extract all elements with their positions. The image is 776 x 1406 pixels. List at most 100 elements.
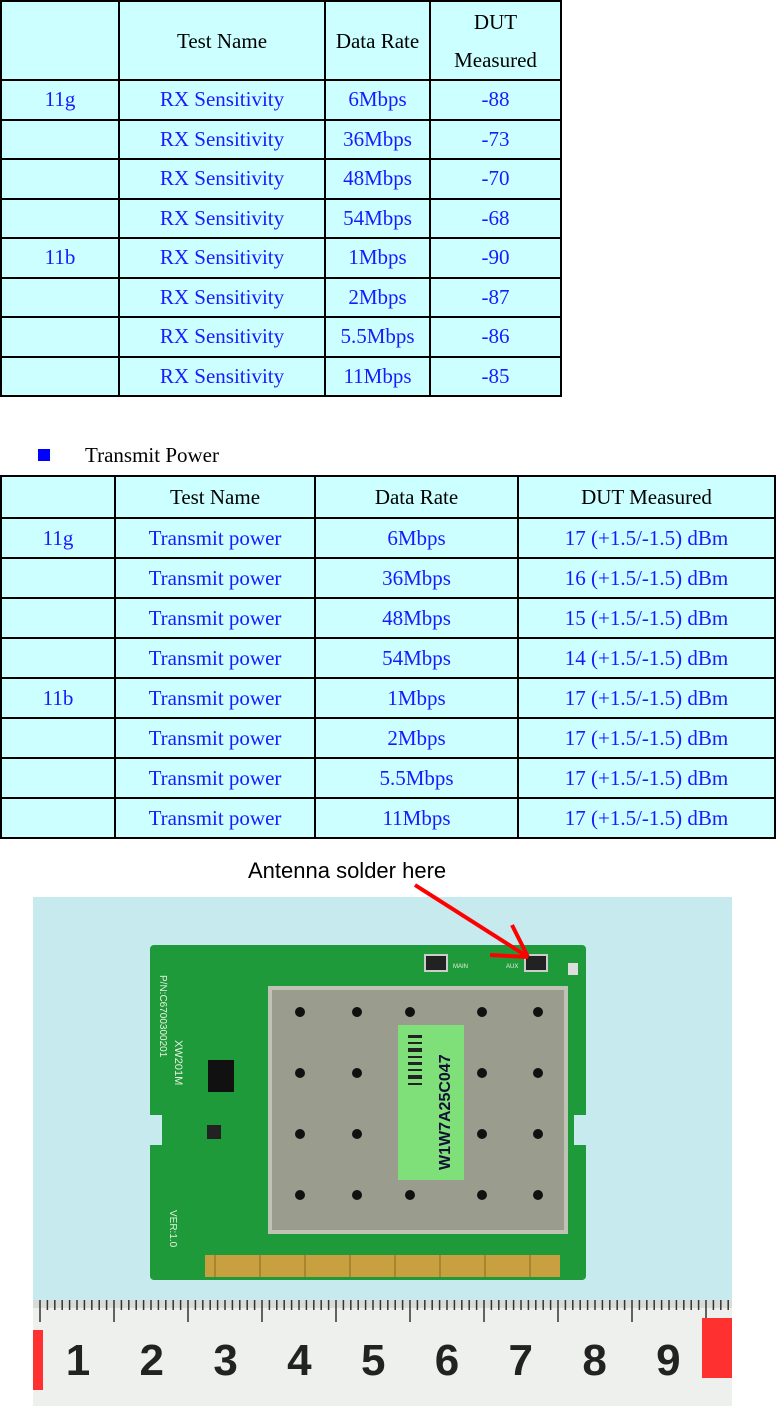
cell-rate: 11Mbps bbox=[314, 797, 519, 839]
cell-rate: 1Mbps bbox=[324, 237, 431, 279]
cell-rate: 5.5Mbps bbox=[324, 316, 431, 358]
cell-mode bbox=[0, 717, 116, 759]
cell-mode bbox=[0, 158, 120, 200]
table-row: Transmit power 54Mbps 14 (+1.5/-1.5) dBm bbox=[0, 637, 776, 679]
table-row: Transmit power 11Mbps 17 (+1.5/-1.5) dBm bbox=[0, 797, 776, 839]
cell-value: -85 bbox=[429, 355, 562, 397]
cell-rate: 54Mbps bbox=[314, 637, 519, 679]
table-row: 11g Transmit power 6Mbps 17 (+1.5/-1.5) dBm bbox=[0, 517, 776, 559]
transmit-power-table: Test Name Data Rate DUT Measured 11g Tran… bbox=[0, 475, 776, 839]
cell-value: 17 (+1.5/-1.5) dBm bbox=[517, 677, 776, 719]
cell-value: -87 bbox=[429, 276, 562, 318]
cell-mode bbox=[0, 316, 120, 358]
cell-test: Transmit power bbox=[114, 557, 316, 599]
cell-rate: 48Mbps bbox=[324, 158, 431, 200]
cell-mode bbox=[0, 557, 116, 599]
header-data-rate: Data Rate bbox=[324, 0, 431, 81]
cell-mode bbox=[0, 757, 116, 799]
cell-value: 14 (+1.5/-1.5) dBm bbox=[517, 637, 776, 679]
table-header-row: Test Name Data Rate DUT Measured bbox=[0, 0, 562, 81]
cell-test: RX Sensitivity bbox=[118, 158, 326, 200]
header-dut-measured: DUT Measured bbox=[429, 0, 562, 81]
cell-test: RX Sensitivity bbox=[118, 316, 326, 358]
header-dut-line1: DUT bbox=[473, 9, 518, 34]
cell-rate: 5.5Mbps bbox=[314, 757, 519, 799]
ruler-number: 2 bbox=[140, 1336, 164, 1385]
cell-test: Transmit power bbox=[114, 677, 316, 719]
shield-hole bbox=[352, 1068, 362, 1078]
cell-value: 15 (+1.5/-1.5) dBm bbox=[517, 597, 776, 639]
cell-mode bbox=[0, 118, 120, 160]
cell-mode: 11b bbox=[0, 237, 120, 279]
cell-value: 17 (+1.5/-1.5) dBm bbox=[517, 757, 776, 799]
shield-hole bbox=[352, 1129, 362, 1139]
cell-test: RX Sensitivity bbox=[118, 197, 326, 239]
board-ver-text: VER:1.0 bbox=[167, 1210, 178, 1248]
cell-value: 17 (+1.5/-1.5) dBm bbox=[517, 797, 776, 839]
board-pn-text: P/N:C6700300201 bbox=[157, 975, 168, 1058]
cell-test: RX Sensitivity bbox=[118, 79, 326, 121]
bullet-square-icon bbox=[38, 449, 50, 461]
table-row: RX Sensitivity 54Mbps -68 bbox=[0, 197, 562, 239]
cell-rate: 36Mbps bbox=[324, 118, 431, 160]
rx-sensitivity-table: Test Name Data Rate DUT Measured 11g RX Se… bbox=[0, 0, 562, 397]
cell-rate: 48Mbps bbox=[314, 597, 519, 639]
ruler-number: 4 bbox=[287, 1336, 312, 1385]
section-title: Transmit Power bbox=[85, 443, 219, 467]
cell-test: Transmit power bbox=[114, 517, 316, 559]
cell-test: RX Sensitivity bbox=[118, 237, 326, 279]
table-header-row: Test Name Data Rate DUT Measured bbox=[0, 475, 776, 519]
header-dut-measured: DUT Measured bbox=[517, 475, 776, 519]
table-row: RX Sensitivity 48Mbps -70 bbox=[0, 158, 562, 200]
table-row: RX Sensitivity 11Mbps -85 bbox=[0, 355, 562, 397]
cell-test: Transmit power bbox=[114, 637, 316, 679]
shield-hole bbox=[405, 1190, 415, 1200]
table-row: Transmit power 36Mbps 16 (+1.5/-1.5) dBm bbox=[0, 557, 776, 599]
cell-test: RX Sensitivity bbox=[118, 355, 326, 397]
cell-value: 16 (+1.5/-1.5) dBm bbox=[517, 557, 776, 599]
table-row: RX Sensitivity 36Mbps -73 bbox=[0, 118, 562, 160]
ruler-number: 5 bbox=[361, 1336, 385, 1385]
aux-antenna-pad bbox=[524, 954, 548, 972]
table-row: 11b Transmit power 1Mbps 17 (+1.5/-1.5) dBm bbox=[0, 677, 776, 719]
cell-mode bbox=[0, 637, 116, 679]
table-row: RX Sensitivity 2Mbps -87 bbox=[0, 276, 562, 318]
header-test-name: Test Name bbox=[118, 0, 326, 81]
board-model-text: XW201M bbox=[172, 1040, 184, 1085]
cell-test: Transmit power bbox=[114, 797, 316, 839]
table-row: Transmit power 2Mbps 17 (+1.5/-1.5) dBm bbox=[0, 717, 776, 759]
cell-rate: 1Mbps bbox=[314, 677, 519, 719]
aux-label: AUX bbox=[506, 964, 518, 970]
shield-hole bbox=[295, 1007, 305, 1017]
cell-mode: 11g bbox=[0, 79, 120, 121]
cell-value: -70 bbox=[429, 158, 562, 200]
cell-mode bbox=[0, 597, 116, 639]
shield-hole bbox=[533, 1068, 543, 1078]
barcode-label bbox=[398, 1025, 464, 1180]
ruler-number: 1 bbox=[66, 1336, 90, 1385]
cell-test: RX Sensitivity bbox=[118, 118, 326, 160]
table-row: RX Sensitivity 5.5Mbps -86 bbox=[0, 316, 562, 358]
cell-mode bbox=[0, 797, 116, 839]
cell-test: RX Sensitivity bbox=[118, 276, 326, 318]
shield-hole bbox=[352, 1007, 362, 1017]
main-label: MAIN bbox=[453, 964, 468, 970]
table-row: Transmit power 5.5Mbps 17 (+1.5/-1.5) dBm bbox=[0, 757, 776, 799]
cell-rate: 11Mbps bbox=[324, 355, 431, 397]
cell-test: Transmit power bbox=[114, 757, 316, 799]
cell-rate: 2Mbps bbox=[324, 276, 431, 318]
header-test-name: Test Name bbox=[114, 475, 316, 519]
cell-value: 17 (+1.5/-1.5) dBm bbox=[517, 717, 776, 759]
shield-hole bbox=[533, 1129, 543, 1139]
main-antenna-pad bbox=[424, 954, 448, 972]
header-mode bbox=[0, 475, 116, 519]
header-data-rate: Data Rate bbox=[314, 475, 519, 519]
shield-hole bbox=[477, 1007, 487, 1017]
cell-value: -88 bbox=[429, 79, 562, 121]
cell-value: -73 bbox=[429, 118, 562, 160]
table-row: 11g RX Sensitivity 6Mbps -88 bbox=[0, 79, 562, 121]
cell-rate: 2Mbps bbox=[314, 717, 519, 759]
table-row: 11b RX Sensitivity 1Mbps -90 bbox=[0, 237, 562, 279]
shield-hole bbox=[533, 1190, 543, 1200]
cell-test: Transmit power bbox=[114, 597, 316, 639]
